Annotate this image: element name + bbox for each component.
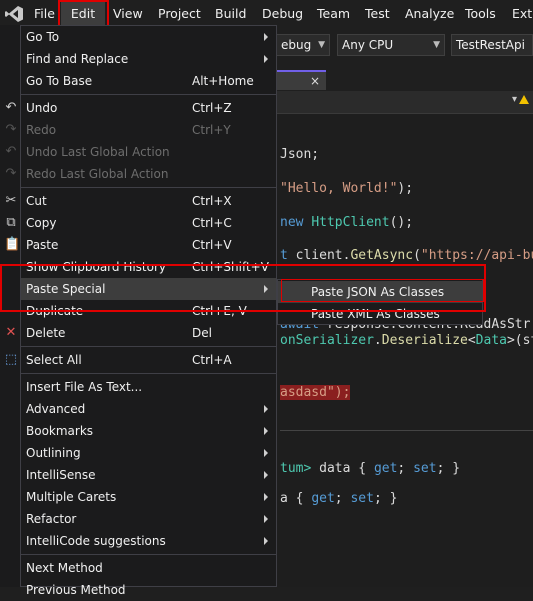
solution-configuration-dropdown[interactable]: ebug ▼ <box>276 34 330 56</box>
menu-bar: File Edit View Project Build Debug Team … <box>0 0 533 28</box>
submenu-arrow-icon <box>264 449 268 457</box>
menu-item-paste-special[interactable]: Paste Special <box>21 278 276 300</box>
chevron-down-icon[interactable]: ▾ <box>512 94 517 105</box>
startup-project-dropdown[interactable]: TestRestApi <box>451 34 533 56</box>
submenu-arrow-icon <box>264 493 268 501</box>
paste-special-submenu: Paste JSON As Classes Paste XML As Class… <box>277 279 483 325</box>
menu-separator <box>21 187 276 188</box>
menu-item-paste-json-as-classes[interactable]: Paste JSON As Classes <box>278 281 482 303</box>
menu-item-next-method[interactable]: Next Method <box>21 557 276 579</box>
menu-item-undo[interactable]: ↶ Undo Ctrl+Z <box>6 97 276 119</box>
submenu-arrow-icon <box>264 33 268 41</box>
menu-item-show-clipboard-history[interactable]: Show Clipboard History Ctrl+Shift+V <box>21 256 276 278</box>
menu-debug[interactable]: Debug <box>262 0 303 28</box>
code-line: onSerializer.Deserialize<Data>(str <box>280 333 533 348</box>
menu-tools[interactable]: Tools <box>465 0 496 28</box>
code-line: "Hello, World!"); <box>280 181 414 196</box>
menu-item-advanced[interactable]: Advanced <box>21 398 276 420</box>
redo-icon: ↷ <box>5 166 17 181</box>
delete-icon: ✕ <box>5 325 17 340</box>
menu-test[interactable]: Test <box>365 0 390 28</box>
undo-icon: ↶ <box>5 100 17 115</box>
menu-item-paste[interactable]: 📋 Paste Ctrl+V <box>4 234 276 256</box>
menu-item-duplicate[interactable]: Duplicate Ctrl+E, V <box>21 300 276 322</box>
menu-analyze[interactable]: Analyze <box>405 0 454 28</box>
submenu-arrow-icon <box>264 285 268 293</box>
menu-item-delete[interactable]: ✕ Delete Del <box>6 322 276 344</box>
submenu-arrow-icon <box>264 471 268 479</box>
scissors-icon: ✂ <box>5 193 17 208</box>
menu-item-copy[interactable]: ⧉ Copy Ctrl+C <box>6 212 276 234</box>
menu-build[interactable]: Build <box>215 0 246 28</box>
edit-menu: Go To Find and Replace Go To Base Alt+Hom… <box>4 25 277 597</box>
menu-item-cut[interactable]: ✂ Cut Ctrl+X <box>6 190 276 212</box>
submenu-arrow-icon <box>264 515 268 523</box>
menu-team[interactable]: Team <box>317 0 350 28</box>
menu-item-intellisense[interactable]: IntelliSense <box>21 464 276 486</box>
menu-item-outlining[interactable]: Outlining <box>21 442 276 464</box>
menu-item-find-and-replace[interactable]: Find and Replace <box>21 48 276 70</box>
menu-item-redo[interactable]: ↷ Redo Ctrl+Y <box>6 119 276 141</box>
chevron-down-icon: ▼ <box>318 40 325 50</box>
solution-configuration-value: ebug <box>281 38 312 52</box>
copy-icon: ⧉ <box>6 215 16 230</box>
menu-separator <box>21 346 276 347</box>
menu-item-paste-xml-as-classes[interactable]: Paste XML As Classes <box>278 303 482 325</box>
menu-item-go-to[interactable]: Go To <box>21 26 276 48</box>
code-line: new HttpClient(); <box>280 215 414 230</box>
menu-separator <box>21 554 276 555</box>
undo-icon: ↶ <box>5 144 17 159</box>
editor-divider <box>280 430 533 431</box>
clipboard-icon: 📋 <box>4 237 21 252</box>
menu-item-bookmarks[interactable]: Bookmarks <box>21 420 276 442</box>
close-icon[interactable]: × <box>310 72 320 90</box>
warning-icon <box>519 95 529 104</box>
submenu-arrow-icon <box>264 537 268 545</box>
code-line: Json; <box>280 147 320 162</box>
solution-platform-dropdown[interactable]: Any CPU ▼ <box>337 34 445 56</box>
menu-item-insert-file-as-text[interactable]: Insert File As Text... <box>21 376 276 398</box>
menu-edit[interactable]: Edit <box>61 0 105 28</box>
chevron-down-icon: ▼ <box>433 40 440 50</box>
submenu-arrow-icon <box>264 55 268 63</box>
menu-view[interactable]: View <box>113 0 143 28</box>
menu-item-refactor[interactable]: Refactor <box>21 508 276 530</box>
menu-item-select-all[interactable]: ⬚ Select All Ctrl+A <box>5 349 276 371</box>
menu-item-multiple-carets[interactable]: Multiple Carets <box>21 486 276 508</box>
menu-item-redo-last-global-action[interactable]: ↷ Redo Last Global Action <box>6 163 276 185</box>
startup-project-value: TestRestApi <box>456 38 525 52</box>
menu-file[interactable]: File <box>34 0 55 28</box>
code-line: tum> data { get; set; } <box>280 461 461 476</box>
menu-item-undo-last-global-action[interactable]: ↶ Undo Last Global Action <box>6 141 276 163</box>
menu-item-previous-method[interactable]: Previous Method <box>21 579 276 601</box>
submenu-arrow-icon <box>264 427 268 435</box>
code-line: t client.GetAsync("https://api-bu <box>280 248 533 263</box>
select-all-icon: ⬚ <box>4 352 18 367</box>
menu-item-go-to-base[interactable]: Go To Base Alt+Home <box>21 70 276 92</box>
menu-separator <box>21 94 276 95</box>
code-line: a { get; set; } <box>280 491 398 506</box>
submenu-arrow-icon <box>264 405 268 413</box>
menu-separator <box>21 373 276 374</box>
menu-project[interactable]: Project <box>158 0 201 28</box>
code-line: asdasd"); <box>280 385 351 400</box>
visual-studio-logo-icon[interactable] <box>4 5 24 23</box>
menu-item-intellicode-suggestions[interactable]: IntelliCode suggestions <box>21 530 276 552</box>
solution-platform-value: Any CPU <box>342 38 394 52</box>
menu-extensions[interactable]: Exte <box>512 0 533 28</box>
redo-icon: ↷ <box>5 122 17 137</box>
